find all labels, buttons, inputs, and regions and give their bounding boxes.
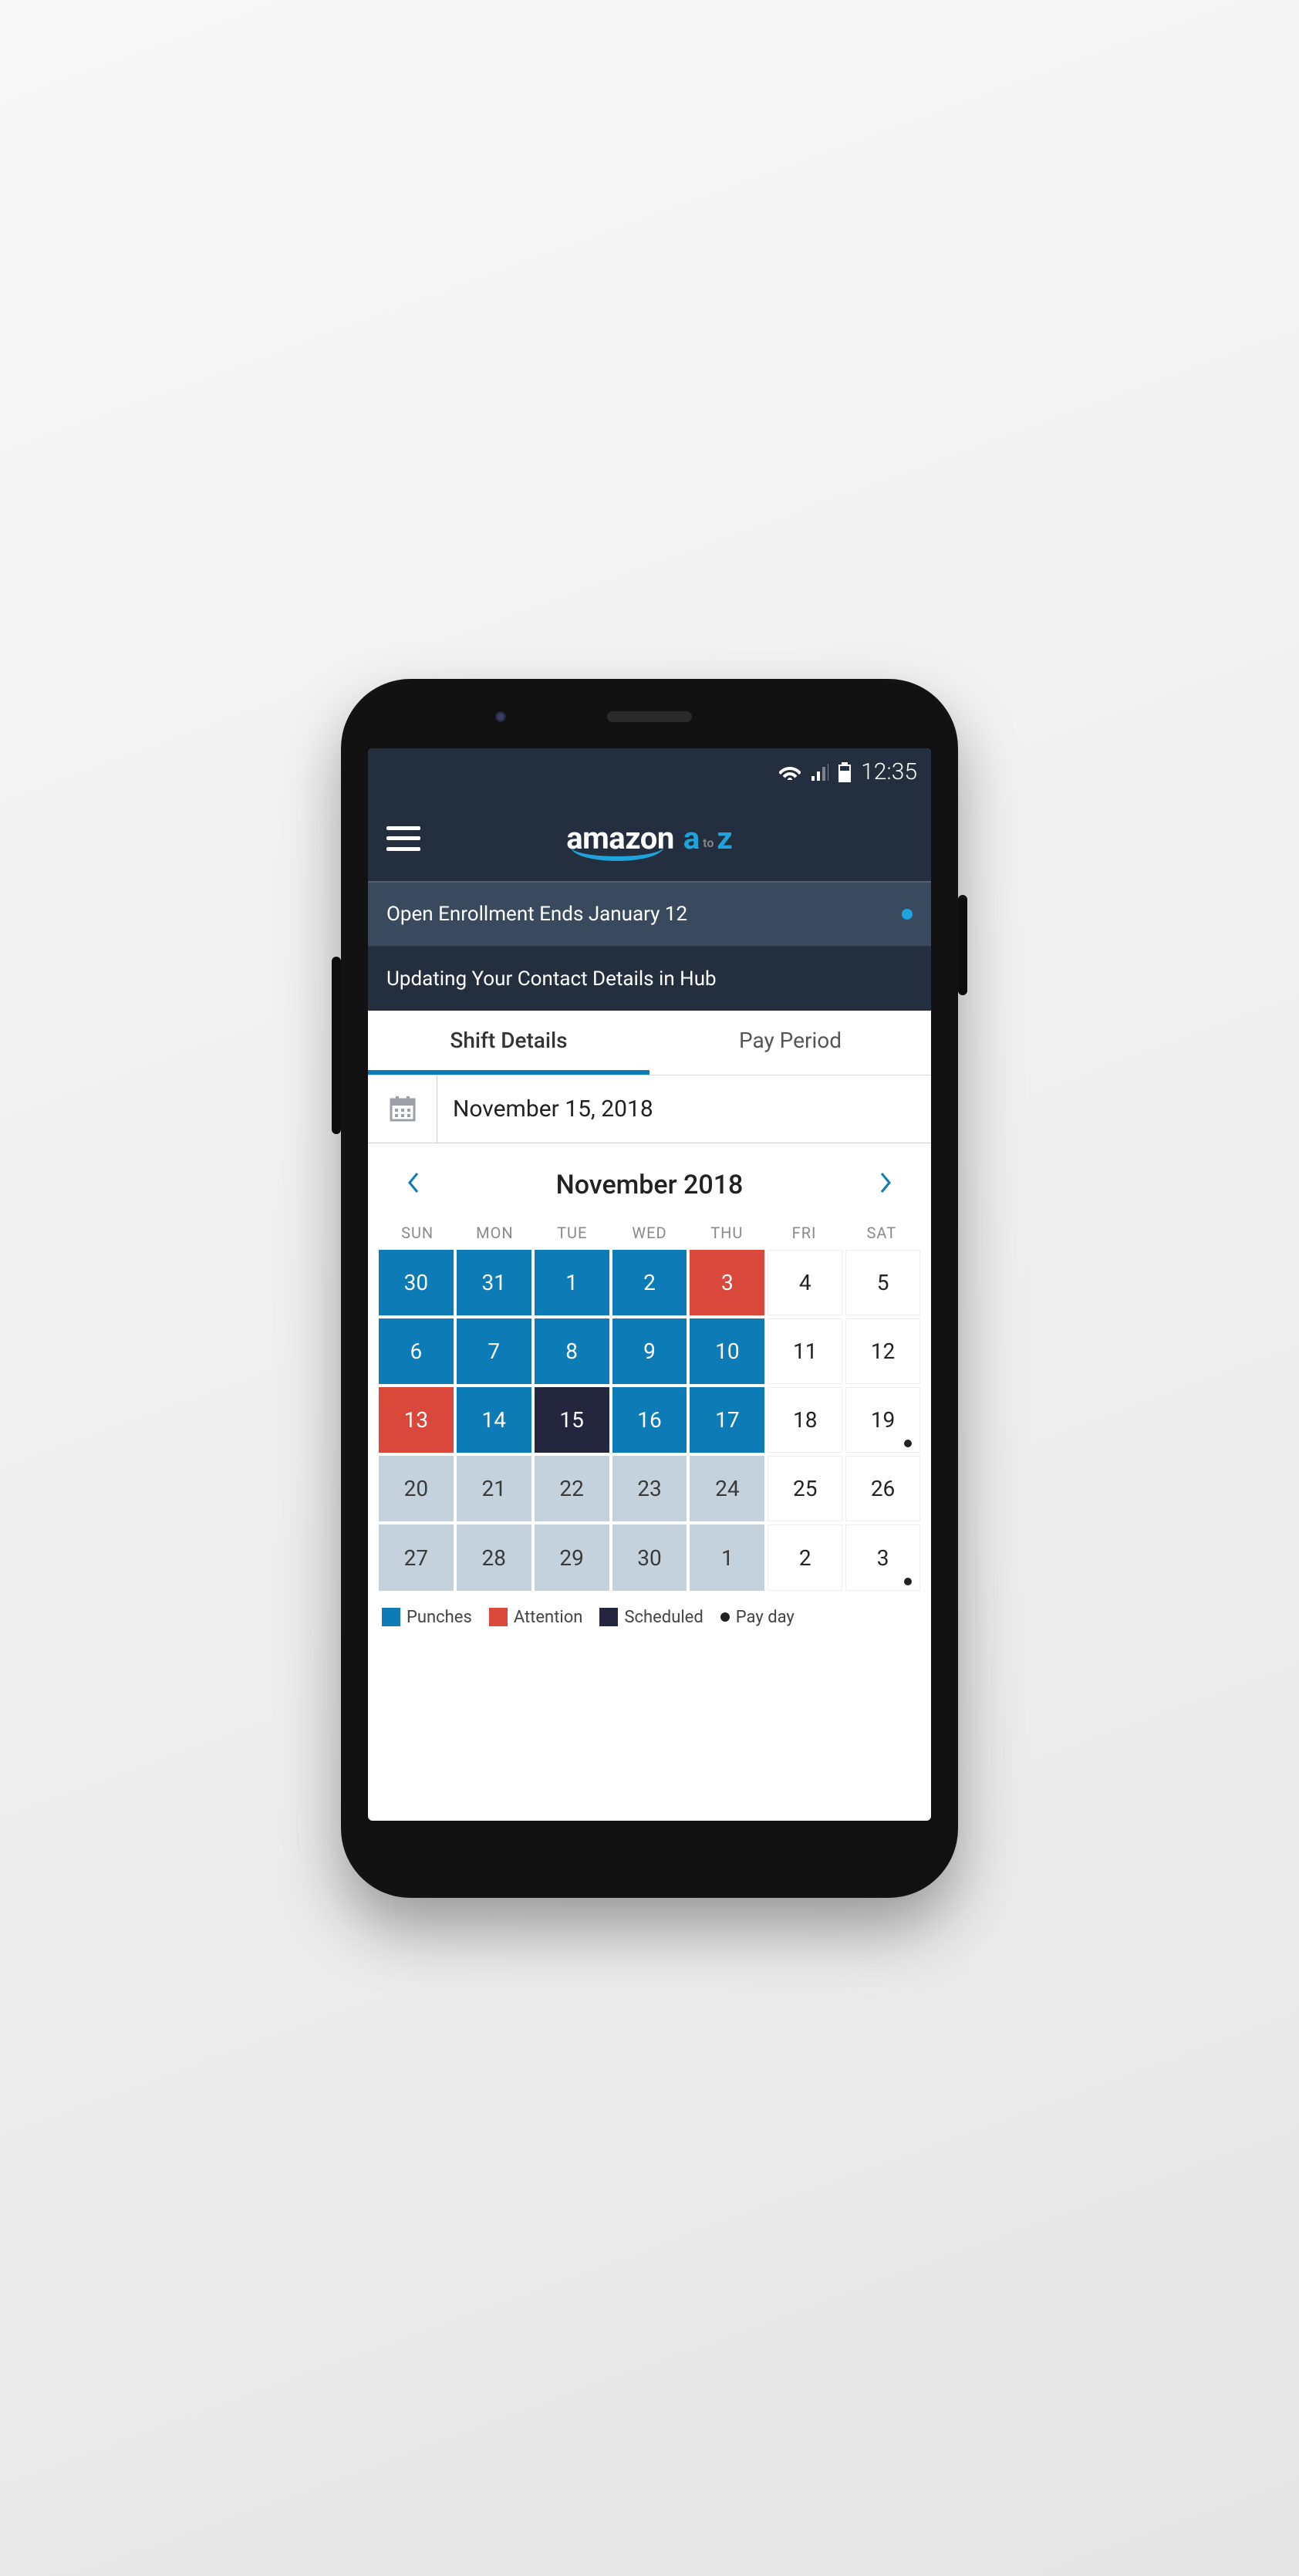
payday-dot-icon (904, 1440, 912, 1447)
calendar-day[interactable]: 16 (612, 1387, 687, 1453)
power-button (958, 895, 967, 995)
calendar-day[interactable]: 7 (457, 1318, 531, 1384)
weekday-label: TUE (534, 1224, 611, 1242)
calendar-day[interactable]: 5 (845, 1250, 920, 1315)
calendar-day[interactable]: 13 (379, 1387, 454, 1453)
banner-open-enrollment[interactable]: Open Enrollment Ends January 12 (368, 881, 931, 947)
calendar-day[interactable]: 31 (457, 1250, 531, 1315)
wifi-icon (779, 764, 801, 781)
legend-label: Punches (407, 1608, 472, 1627)
app-header: amazon a to z (368, 796, 931, 881)
calendar-day[interactable]: 3 (845, 1524, 920, 1590)
next-month-button[interactable] (871, 1165, 900, 1205)
calendar-day[interactable]: 25 (768, 1456, 842, 1521)
legend-label: Pay day (736, 1608, 795, 1627)
square-icon (382, 1608, 400, 1626)
calendar-day[interactable]: 4 (768, 1250, 842, 1315)
calendar-day[interactable]: 19 (845, 1387, 920, 1453)
banner-contact-details[interactable]: Updating Your Contact Details in Hub (368, 947, 931, 1011)
calendar-day[interactable]: 2 (612, 1250, 687, 1315)
calendar-day[interactable]: 9 (612, 1318, 687, 1384)
phone-frame: 12:35 amazon a to z Open Enrollment Ends… (341, 679, 958, 1898)
menu-button[interactable] (386, 826, 420, 851)
legend-label: Scheduled (624, 1608, 703, 1627)
battery-icon (838, 762, 852, 782)
tabs: Shift Details Pay Period (368, 1011, 931, 1075)
weekday-label: MON (456, 1224, 533, 1242)
legend-scheduled: Scheduled (599, 1608, 703, 1627)
month-title: November 2018 (556, 1170, 744, 1200)
calendar-icon[interactable] (368, 1075, 437, 1143)
logo-a: a (683, 820, 700, 856)
dot-icon (720, 1612, 730, 1622)
calendar-day[interactable]: 23 (612, 1456, 687, 1521)
weekday-label: FRI (765, 1224, 842, 1242)
payday-dot-icon (904, 1578, 912, 1585)
calendar-day[interactable]: 29 (535, 1524, 609, 1590)
logo-amazon: amazon (566, 820, 674, 856)
calendar-day[interactable]: 12 (845, 1318, 920, 1384)
calendar-day[interactable]: 30 (612, 1524, 687, 1590)
legend-payday: Pay day (720, 1608, 795, 1627)
app-logo: amazon a to z (566, 820, 733, 856)
calendar-day[interactable]: 18 (768, 1387, 842, 1453)
calendar-day[interactable]: 21 (457, 1456, 531, 1521)
calendar-day[interactable]: 1 (535, 1250, 609, 1315)
unread-indicator-icon (902, 909, 913, 920)
prev-month-button[interactable] (399, 1165, 428, 1205)
calendar-day[interactable]: 2 (768, 1524, 842, 1590)
legend-label: Attention (514, 1608, 583, 1627)
calendar-day[interactable]: 27 (379, 1524, 454, 1590)
calendar-day[interactable]: 3 (690, 1250, 764, 1315)
legend: Punches Attention Scheduled Pay day (368, 1591, 931, 1646)
banner-text: Open Enrollment Ends January 12 (386, 903, 687, 926)
logo-to: to (703, 836, 714, 850)
calendar-day[interactable]: 20 (379, 1456, 454, 1521)
legend-attention: Attention (489, 1608, 583, 1627)
calendar-day[interactable]: 26 (845, 1456, 920, 1521)
weekday-label: THU (688, 1224, 765, 1242)
tab-shift-details[interactable]: Shift Details (368, 1011, 650, 1075)
calendar-grid: 3031123456789101112131415161718192021222… (368, 1250, 931, 1591)
calendar-day[interactable]: 28 (457, 1524, 531, 1590)
calendar-day[interactable]: 14 (457, 1387, 531, 1453)
weekday-label: SUN (379, 1224, 456, 1242)
square-icon (599, 1608, 618, 1626)
tab-pay-period[interactable]: Pay Period (650, 1011, 931, 1075)
calendar-day[interactable]: 1 (690, 1524, 764, 1590)
banner-text: Updating Your Contact Details in Hub (386, 967, 717, 991)
calendar-day[interactable]: 6 (379, 1318, 454, 1384)
calendar-day[interactable]: 11 (768, 1318, 842, 1384)
legend-punches: Punches (382, 1608, 472, 1627)
calendar-day[interactable]: 17 (690, 1387, 764, 1453)
calendar-day[interactable]: 15 (535, 1387, 609, 1453)
date-row: November 15, 2018 (368, 1075, 931, 1143)
volume-button (332, 957, 341, 1134)
screen: 12:35 amazon a to z Open Enrollment Ends… (368, 748, 931, 1821)
status-time: 12:35 (861, 758, 917, 785)
weekday-label: WED (611, 1224, 688, 1242)
weekday-label: SAT (843, 1224, 920, 1242)
month-navigation: November 2018 (368, 1143, 931, 1219)
cell-signal-icon (810, 764, 828, 781)
logo-z: z (717, 820, 732, 856)
calendar-day[interactable]: 30 (379, 1250, 454, 1315)
weekday-header: SUNMONTUEWEDTHUFRISAT (368, 1219, 931, 1250)
status-bar: 12:35 (368, 748, 931, 796)
calendar-day[interactable]: 22 (535, 1456, 609, 1521)
selected-date[interactable]: November 15, 2018 (437, 1075, 931, 1143)
calendar-day[interactable]: 24 (690, 1456, 764, 1521)
calendar-day[interactable]: 8 (535, 1318, 609, 1384)
square-icon (489, 1608, 508, 1626)
calendar-day[interactable]: 10 (690, 1318, 764, 1384)
